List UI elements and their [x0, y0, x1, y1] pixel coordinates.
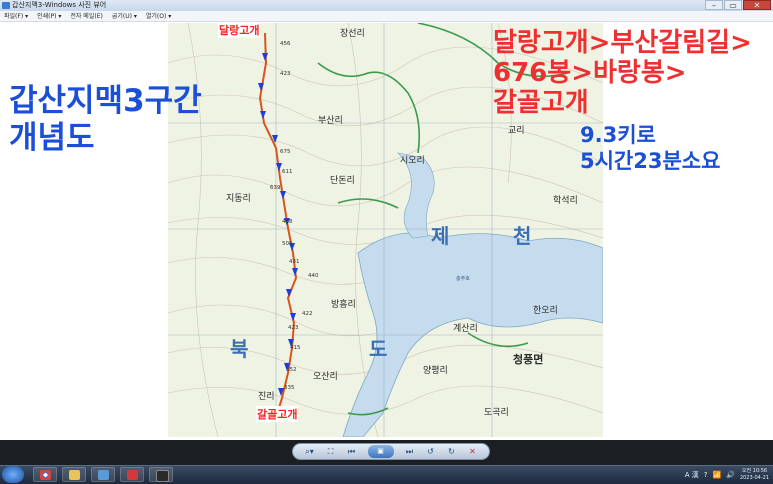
peak-label: 422 — [302, 311, 313, 317]
taskbar-chrome[interactable] — [33, 467, 57, 482]
chrome-icon — [40, 470, 51, 480]
peak-label: 458 — [282, 219, 293, 225]
taskbar-photo-viewer[interactable] — [91, 467, 115, 482]
peak-label: 415 — [290, 345, 301, 351]
clock-time: 오전 10:56 — [741, 468, 768, 474]
peak-label: 456 — [280, 41, 291, 47]
menu-bar: 파일(F) ▾ 인쇄(P) ▾ 전자 메일(E) 굽기(U) ▾ 열기(O) ▾ — [0, 11, 773, 22]
region-char: 천 — [513, 224, 531, 248]
previous-button[interactable]: ⏮ — [347, 444, 357, 459]
taskbar-explorer[interactable] — [62, 467, 86, 482]
village-label: 진리 — [258, 391, 275, 402]
system-tray: A 漢 ? 📶 🔊 오전 10:56 2023-04-21 — [685, 466, 769, 484]
peak-label: 335 — [284, 385, 295, 391]
village-label: 교리 — [508, 125, 525, 136]
taskbar-app-4[interactable] — [120, 467, 144, 482]
peak-label: 440 — [308, 273, 319, 279]
close-button[interactable]: ✕ — [743, 0, 771, 10]
village-label: 한오리 — [533, 305, 558, 316]
village-label: 양평리 — [423, 365, 448, 376]
menu-print[interactable]: 인쇄(P) ▾ — [37, 11, 61, 21]
clock-date: 2023-04-21 — [739, 475, 769, 481]
village-label: 방흥리 — [331, 298, 356, 310]
region-char: 북 — [230, 337, 248, 361]
village-label: 오산리 — [313, 371, 338, 382]
village-label: 청풍면 — [513, 352, 543, 366]
peak-label: 505 — [282, 241, 293, 247]
menu-open[interactable]: 열기(O) ▾ — [146, 11, 171, 21]
region-char: 제 — [431, 224, 449, 248]
village-label: 부산리 — [318, 115, 343, 126]
photo-viewer-icon — [2, 2, 10, 9]
photo-viewer-icon — [98, 470, 109, 480]
window-title: 갑산지맥3-Windows 사진 뷰어 — [12, 1, 107, 9]
language-indicator[interactable]: A 漢 — [685, 470, 699, 480]
menu-file[interactable]: 파일(F) ▾ — [4, 11, 28, 21]
route-line1: 달랑고개>부산갈림길> — [493, 28, 752, 58]
end-point-label: 갈골고개 — [256, 406, 299, 422]
village-label: 지동리 — [226, 193, 251, 204]
maximize-button[interactable]: ▭ — [724, 0, 742, 10]
peak-label: 675 — [280, 149, 291, 155]
volume-icon[interactable]: 🔊 — [726, 471, 735, 479]
duration-text: 5시간23분소요 — [580, 149, 721, 173]
peak-label: 352 — [286, 367, 297, 373]
zoom-button[interactable]: ⌕▾ — [305, 444, 315, 459]
window-controls: – ▭ ✕ — [705, 0, 771, 10]
peak-label: 423 — [288, 325, 299, 331]
village-label: 학석리 — [553, 195, 578, 206]
menu-email[interactable]: 전자 메일(E) — [70, 11, 102, 21]
start-button[interactable] — [2, 466, 24, 483]
peak-label: 423 — [280, 71, 291, 77]
route-line3: 갈골고개 — [493, 88, 589, 118]
viewer-toolbar: ⌕▾ ⛶ ⏮ ▣ ⏭ ↺ ↻ ✕ — [0, 440, 773, 465]
distance-text: 9.3키로 — [580, 123, 656, 147]
village-label: 장선리 — [340, 28, 365, 39]
trip-stats: 9.3키로 5시간23분소요 — [580, 122, 720, 174]
village-label: 단돈리 — [330, 175, 355, 186]
overlay-title: 갑산지맥3구간 개념도 — [9, 83, 202, 157]
peak-label: 639 — [270, 185, 281, 191]
route-line2: 676봉>바랑봉> — [493, 58, 687, 88]
minimize-button[interactable]: – — [705, 0, 723, 10]
route-description: 달랑고개>부산갈림길> 676봉>바랑봉> 갈골고개 — [493, 28, 752, 118]
app-icon — [127, 470, 138, 480]
delete-button[interactable]: ✕ — [468, 444, 478, 459]
viewer-controls: ⌕▾ ⛶ ⏮ ▣ ⏭ ↺ ↻ ✕ — [292, 443, 490, 460]
app-icon — [156, 470, 169, 482]
region-char: 도 — [369, 337, 387, 361]
taskbar-app-5[interactable] — [149, 467, 173, 482]
rotate-ccw-button[interactable]: ↺ — [426, 444, 436, 459]
village-label: 시오리 — [400, 155, 425, 166]
windows-taskbar: A 漢 ? 📶 🔊 오전 10:56 2023-04-21 — [0, 465, 773, 484]
rotate-cw-button[interactable]: ↻ — [447, 444, 457, 459]
lake-label: 충주호 — [456, 275, 470, 282]
next-button[interactable]: ⏭ — [405, 444, 415, 459]
folder-icon — [69, 470, 80, 480]
overlay-title-line2: 개념도 — [9, 120, 95, 156]
overlay-title-line1: 갑산지맥3구간 — [9, 83, 202, 119]
menu-burn[interactable]: 굽기(U) ▾ — [112, 11, 137, 21]
peak-label: 431 — [289, 259, 300, 265]
clock[interactable]: 오전 10:56 2023-04-21 — [740, 468, 769, 482]
network-icon[interactable]: 📶 — [713, 471, 722, 479]
fit-window-button[interactable]: ⛶ — [326, 444, 336, 459]
village-label: 도곡리 — [484, 407, 509, 418]
village-label: 계산리 — [453, 322, 478, 334]
peak-label: 611 — [282, 169, 293, 175]
slideshow-button[interactable]: ▣ — [367, 445, 394, 458]
help-icon[interactable]: ? — [704, 471, 708, 479]
start-point-label: 달랑고개 — [218, 22, 261, 38]
